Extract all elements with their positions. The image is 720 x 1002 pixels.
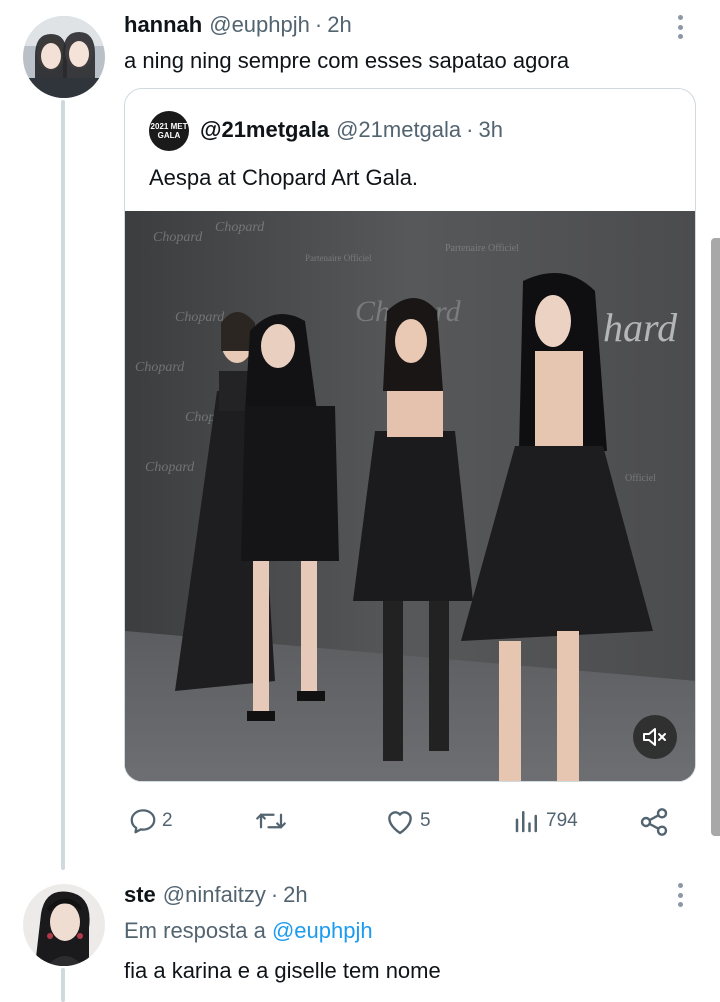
thread-line-bottom bbox=[61, 968, 65, 1002]
more-options-icon[interactable] bbox=[670, 12, 690, 42]
tweet-text: fia a karina e a giselle tem nome bbox=[124, 958, 441, 983]
quoted-tweet[interactable]: 2021 MET GALA @21metgala @21metgala · 3h… bbox=[124, 88, 696, 782]
separator-dot: · bbox=[270, 882, 279, 907]
tweet2-header: ste @ninfaitzy · 2h bbox=[124, 882, 308, 908]
retweet-button[interactable] bbox=[254, 806, 292, 836]
views-count: 794 bbox=[546, 810, 578, 831]
timestamp[interactable]: 2h bbox=[283, 882, 307, 908]
avatar-ste[interactable] bbox=[23, 884, 105, 966]
quoted-tweet-text: Aespa at Chopard Art Gala. bbox=[149, 165, 419, 190]
separator-dot: · bbox=[314, 12, 323, 37]
tweet-text: a ning ning sempre com esses sapatao ago… bbox=[124, 48, 570, 73]
share-button[interactable] bbox=[638, 806, 670, 838]
svg-text:Chopard: Chopard bbox=[153, 230, 203, 245]
author-name[interactable]: hannah bbox=[124, 12, 202, 38]
heart-icon bbox=[388, 811, 412, 835]
share-icon bbox=[640, 808, 668, 836]
quoted-author-name[interactable]: @21metgala bbox=[200, 117, 329, 143]
scrollbar[interactable] bbox=[711, 238, 720, 836]
svg-text:Chopard: Chopard bbox=[175, 310, 225, 325]
svg-text:Chopard: Chopard bbox=[145, 460, 195, 475]
avatar-21metgala[interactable]: 2021 MET GALA bbox=[149, 111, 189, 151]
svg-text:Chopard: Chopard bbox=[135, 360, 185, 375]
like-button[interactable]: 5 bbox=[384, 806, 431, 836]
retweet-icon bbox=[256, 813, 286, 829]
replying-to: Em resposta a @euphpjh bbox=[124, 918, 373, 944]
tweet1-header: hannah @euphpjh · 2h bbox=[124, 12, 352, 38]
replying-to-mention[interactable]: @euphpjh bbox=[272, 918, 373, 943]
svg-text:hard: hard bbox=[603, 305, 678, 350]
speaker-muted-icon bbox=[643, 728, 666, 746]
video-player[interactable]: Chopard Chopard Chopard Chopard Chopard … bbox=[125, 211, 695, 781]
quoted-author-handle[interactable]: @21metgala bbox=[336, 117, 461, 143]
reply-button[interactable]: 2 bbox=[128, 806, 173, 836]
tweet-actions: 2 5 794 bbox=[124, 806, 680, 840]
profile-photo-icon bbox=[23, 884, 105, 966]
avatar-hannah[interactable] bbox=[23, 16, 105, 98]
author-handle[interactable]: @euphpjh bbox=[209, 12, 310, 38]
views-chart-icon bbox=[515, 811, 537, 833]
profile-photo-icon bbox=[23, 16, 105, 98]
replying-to-label: Em resposta a bbox=[124, 918, 266, 943]
svg-text:Partenaire Officiel: Partenaire Officiel bbox=[445, 243, 519, 254]
thread-line-top bbox=[61, 100, 65, 870]
video-frame: Chopard Chopard Chopard Chopard Chopard … bbox=[125, 211, 695, 781]
svg-text:Chopard: Chopard bbox=[215, 220, 265, 235]
more-options-icon[interactable] bbox=[670, 880, 690, 910]
quoted-tweet-header: @21metgala @21metgala · 3h bbox=[200, 117, 503, 143]
mute-toggle-button[interactable] bbox=[633, 715, 677, 759]
timestamp[interactable]: 2h bbox=[327, 12, 351, 38]
like-count: 5 bbox=[420, 810, 431, 831]
author-name[interactable]: ste bbox=[124, 882, 156, 908]
reply-count: 2 bbox=[162, 810, 173, 831]
separator-dot: · bbox=[466, 117, 474, 142]
quoted-timestamp[interactable]: 3h bbox=[478, 117, 502, 143]
reply-icon bbox=[130, 809, 156, 834]
svg-text:Partenaire Officiel: Partenaire Officiel bbox=[305, 253, 372, 263]
svg-text:Officiel: Officiel bbox=[625, 473, 656, 484]
author-handle[interactable]: @ninfaitzy bbox=[163, 882, 266, 908]
views-button[interactable]: 794 bbox=[512, 806, 578, 836]
